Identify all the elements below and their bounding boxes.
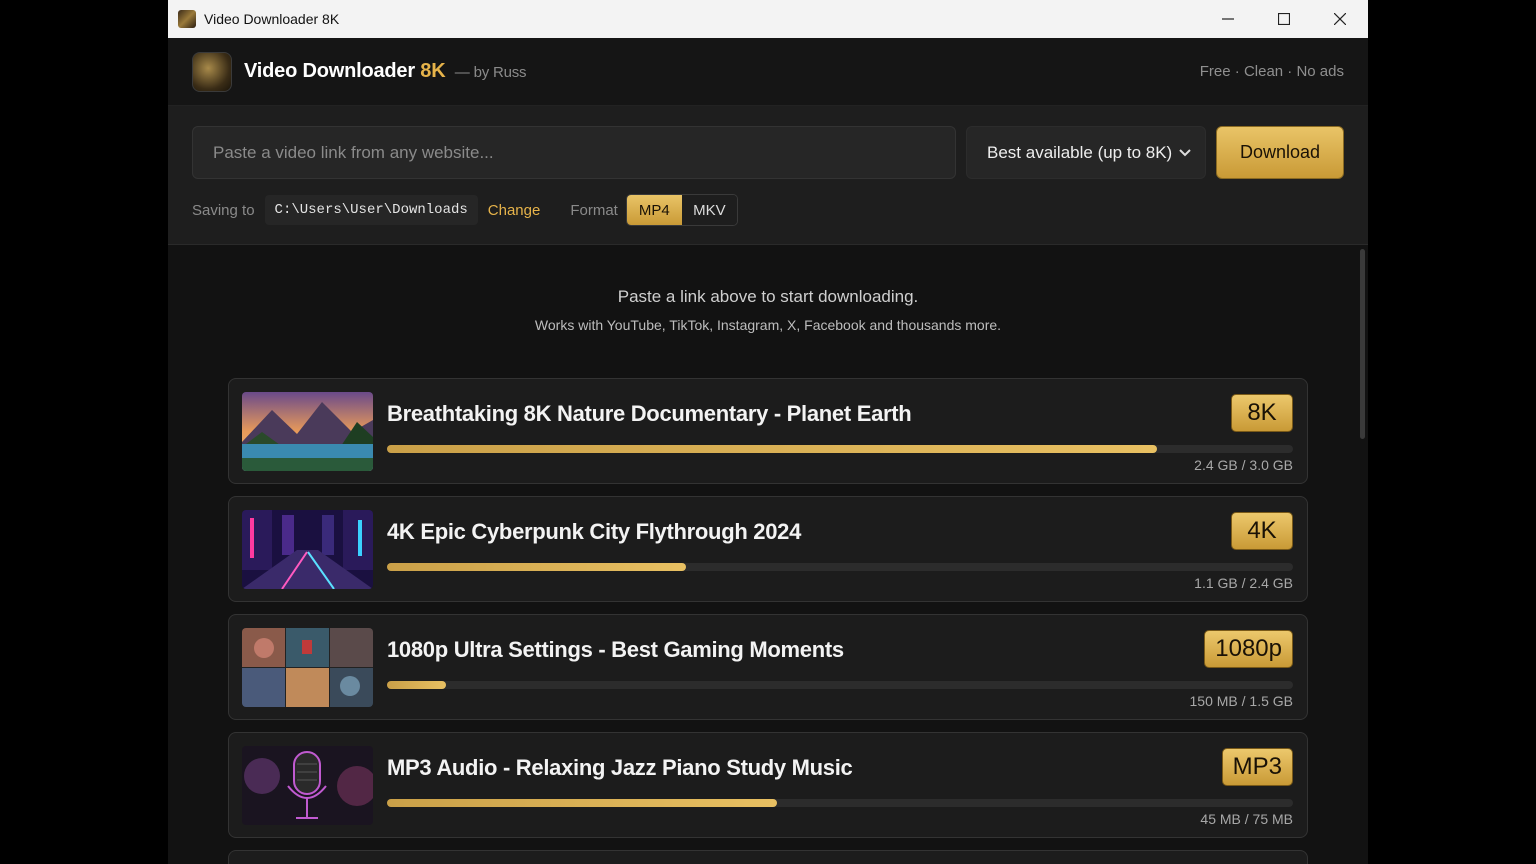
quality-badge: 8K — [1231, 394, 1293, 432]
maximize-button[interactable] — [1256, 0, 1312, 38]
app-icon — [178, 10, 196, 28]
minimize-button[interactable] — [1200, 0, 1256, 38]
download-item[interactable]: MP3 Audio - Relaxing Jazz Piano Study Mu… — [228, 732, 1308, 838]
app-window: Video Downloader 8K Video Downloader 8K … — [168, 0, 1368, 864]
download-size: 45 MB / 75 MB — [1200, 811, 1293, 827]
quality-badge: MP3 — [1221, 748, 1293, 786]
nature-thumbnail — [242, 392, 373, 471]
progress-bar — [387, 799, 1293, 807]
window-controls — [1200, 0, 1368, 38]
download-controls: Best available (up to 8K) Download Savin… — [168, 106, 1368, 245]
empty-state-title: Paste a link above to start downloading. — [617, 287, 919, 306]
cyberpunk-thumbnail — [242, 510, 373, 589]
maximize-icon — [1278, 13, 1290, 25]
progress-bar — [387, 681, 1293, 689]
format-toggle: MP4 MKV — [625, 194, 738, 226]
close-icon — [1334, 13, 1346, 25]
quality-select[interactable]: Best available (up to 8K) — [966, 126, 1206, 179]
quality-badge: 4K — [1231, 512, 1293, 550]
download-title: MP3 Audio - Relaxing Jazz Piano Study Mu… — [387, 755, 853, 780]
saving-to-label: Saving to — [192, 201, 255, 219]
download-size: 150 MB / 1.5 GB — [1189, 693, 1294, 709]
empty-state: Paste a link above to start downloading.… — [168, 245, 1368, 333]
scrollbar[interactable] — [1360, 249, 1365, 439]
minimize-icon — [1222, 18, 1234, 20]
quality-selected: Best available (up to 8K) — [987, 142, 1173, 162]
download-size: 2.4 GB / 3.0 GB — [1194, 457, 1293, 473]
microphone-thumbnail — [242, 746, 373, 825]
empty-state-subtitle: Works with YouTube, TikTok, Instagram, X… — [534, 317, 1002, 333]
download-size: 1.1 GB / 2.4 GB — [1194, 575, 1293, 591]
download-item[interactable]: 1080p Ultra Settings - Best Gaming Momen… — [228, 614, 1308, 720]
url-input[interactable] — [192, 126, 956, 179]
progress-fill — [387, 799, 777, 807]
app-logo — [192, 51, 232, 92]
download-title: 4K Epic Cyberpunk City Flythrough 2024 — [387, 519, 802, 544]
brand-author: — by Russ — [454, 64, 527, 81]
format-label: Format — [570, 201, 618, 219]
brand-title: Video Downloader 8K — by Russ — [244, 60, 527, 83]
download-title: Breathtaking 8K Nature Documentary - Pla… — [387, 401, 912, 426]
download-item[interactable]: 4K Epic Cyberpunk City Flythrough 2024 4… — [228, 496, 1308, 602]
tagline: Free · Clean · No ads — [1199, 63, 1344, 80]
download-item[interactable]: Breathtaking 8K Nature Documentary - Pla… — [228, 378, 1308, 484]
progress-fill — [387, 445, 1158, 453]
close-button[interactable] — [1312, 0, 1368, 38]
app-header: Video Downloader 8K — by Russ Free · Cle… — [168, 38, 1368, 106]
progress-bar — [387, 563, 1293, 571]
download-title: 1080p Ultra Settings - Best Gaming Momen… — [387, 637, 844, 662]
progress-bar — [387, 445, 1293, 453]
title-bar: Video Downloader 8K — [168, 0, 1368, 38]
brand-accent: 8K — [420, 60, 446, 82]
chevron-down-icon — [1179, 148, 1191, 156]
window-title: Video Downloader 8K — [204, 11, 340, 27]
brand-main: Video Downloader — [244, 60, 415, 82]
download-button[interactable]: Download — [1216, 126, 1344, 179]
downloads-area: Paste a link above to start downloading.… — [168, 245, 1368, 864]
gaming-thumbnail — [242, 628, 373, 707]
download-item-partial — [228, 850, 1308, 864]
download-list: Breathtaking 8K Nature Documentary - Pla… — [228, 378, 1308, 864]
save-path: C:\Users\User\Downloads — [264, 195, 478, 225]
quality-badge: 1080p — [1204, 630, 1293, 668]
progress-fill — [387, 681, 446, 689]
format-option-mp4[interactable]: MP4 — [626, 195, 682, 225]
format-option-mkv[interactable]: MKV — [681, 195, 737, 225]
progress-fill — [387, 563, 686, 571]
change-path-link[interactable]: Change — [488, 202, 541, 219]
